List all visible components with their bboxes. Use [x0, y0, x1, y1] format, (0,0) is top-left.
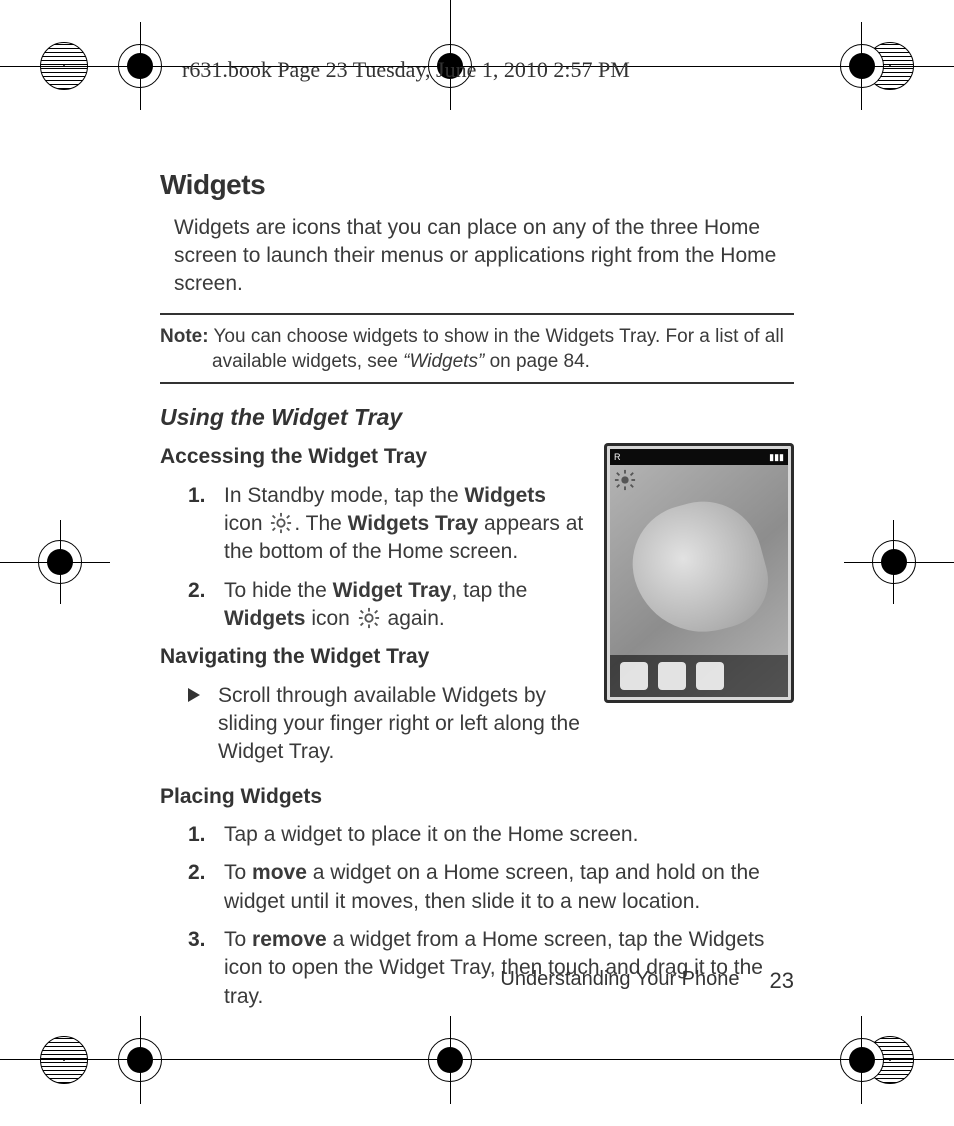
navigating-bullet: Scroll through available Widgets by slid… — [188, 682, 588, 767]
page-content: Widgets Widgets are icons that you can p… — [160, 160, 794, 966]
contacts-icon — [696, 662, 724, 690]
page-number: 23 — [770, 966, 794, 996]
page-footer: Understanding Your Phone 23 — [160, 966, 794, 996]
bullet-text: Scroll through available Widgets by slid… — [218, 682, 588, 767]
book-header: r631.book Page 23 Tuesday, June 1, 2010 … — [182, 55, 630, 85]
play-icon — [188, 688, 200, 702]
step-bold: Widget Tray — [333, 579, 452, 602]
list-item: 1. Tap a widget to place it on the Home … — [188, 821, 794, 849]
list-item: 2. To hide the Widget Tray, tap the Widg… — [188, 577, 588, 634]
note-reference: “Widgets” — [403, 351, 484, 372]
step-text: In Standby mode, tap the — [224, 484, 465, 507]
step-text: Tap a widget to place it on the Home scr… — [224, 821, 638, 849]
globe-icon — [620, 662, 648, 690]
note-block: Note: You can choose widgets to show in … — [160, 313, 794, 384]
placing-title: Placing Widgets — [160, 783, 794, 811]
step-bold: move — [252, 861, 307, 884]
gear-icon — [358, 607, 380, 629]
status-right: ▮▮▮ — [769, 451, 784, 463]
step-bold: Widgets — [465, 484, 546, 507]
widget-tray-preview — [610, 655, 788, 697]
step-number: 2. — [188, 859, 210, 916]
step-number: 1. — [188, 821, 210, 849]
step-text: again. — [382, 607, 445, 630]
intro-paragraph: Widgets are icons that you can place on … — [174, 214, 794, 299]
note-lead: Note: — [160, 326, 209, 347]
step-text: To hide the — [224, 579, 333, 602]
list-item: 2. To move a widget on a Home screen, ta… — [188, 859, 794, 916]
subsection-title: Using the Widget Tray — [160, 402, 794, 433]
step-bold: Widgets — [224, 607, 305, 630]
section-title: Widgets — [160, 166, 794, 204]
step-text: , tap the — [451, 579, 527, 602]
gear-icon — [270, 512, 292, 534]
mail-icon — [658, 662, 686, 690]
phone-screenshot: R ▮▮▮ — [604, 443, 794, 703]
step-text: To — [224, 861, 252, 884]
step-number: 2. — [188, 577, 210, 634]
step-bold: Widgets Tray — [348, 512, 479, 535]
gear-icon — [614, 469, 636, 491]
step-number: 1. — [188, 482, 210, 567]
list-item: 1. In Standby mode, tap the Widgets icon… — [188, 482, 588, 567]
step-bold: remove — [252, 928, 327, 951]
chapter-name: Understanding Your Phone — [500, 966, 739, 996]
step-text: icon — [305, 607, 355, 630]
note-text-2: on page 84. — [484, 351, 590, 372]
step-text: . The — [294, 512, 347, 535]
status-left: R — [614, 451, 621, 463]
step-text: To — [224, 928, 252, 951]
step-text: icon — [224, 512, 268, 535]
